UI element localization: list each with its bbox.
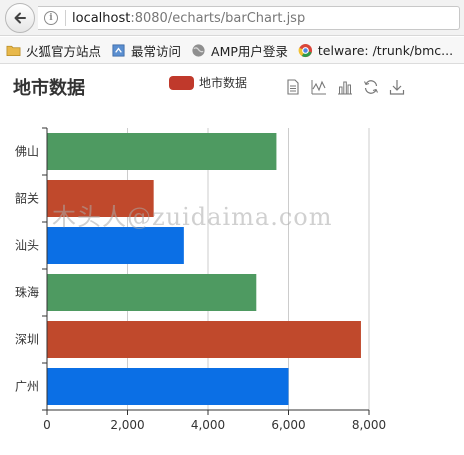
y-tick-label: 汕头 <box>15 239 39 253</box>
chart-title: 地市数据 <box>13 78 85 99</box>
y-tick-label: 珠海 <box>15 285 39 300</box>
line-chart-icon[interactable] <box>310 78 328 96</box>
y-tick-label: 韶关 <box>15 191 39 206</box>
refresh-icon[interactable] <box>362 78 380 96</box>
x-tick-label: 2,000 <box>110 418 144 432</box>
y-tick-label: 佛山 <box>15 145 39 159</box>
y-tick-label: 广州 <box>15 380 39 394</box>
legend[interactable]: 地市数据 <box>169 74 247 91</box>
x-tick-label: 0 <box>43 418 51 432</box>
legend-label: 地市数据 <box>199 76 248 90</box>
x-tick-label: 6,000 <box>271 418 305 432</box>
bar-chart-icon[interactable] <box>336 78 354 96</box>
legend-swatch <box>169 75 194 90</box>
x-tick-label: 8,000 <box>352 418 386 432</box>
chart-toolbox <box>284 78 406 96</box>
bar <box>47 274 257 311</box>
download-icon[interactable] <box>388 78 406 96</box>
x-tick-label: 4,000 <box>191 418 225 432</box>
bar <box>47 180 154 217</box>
bar <box>47 368 289 405</box>
bar <box>47 227 184 264</box>
bar <box>47 133 277 170</box>
bar <box>47 321 361 358</box>
bar-chart: 0 2,000 4,000 6,000 8,000 广州 深圳 珠海 汕头 韶关 佛山 <box>15 127 386 432</box>
data-view-icon[interactable] <box>284 78 302 96</box>
y-tick-label: 深圳 <box>15 333 39 347</box>
